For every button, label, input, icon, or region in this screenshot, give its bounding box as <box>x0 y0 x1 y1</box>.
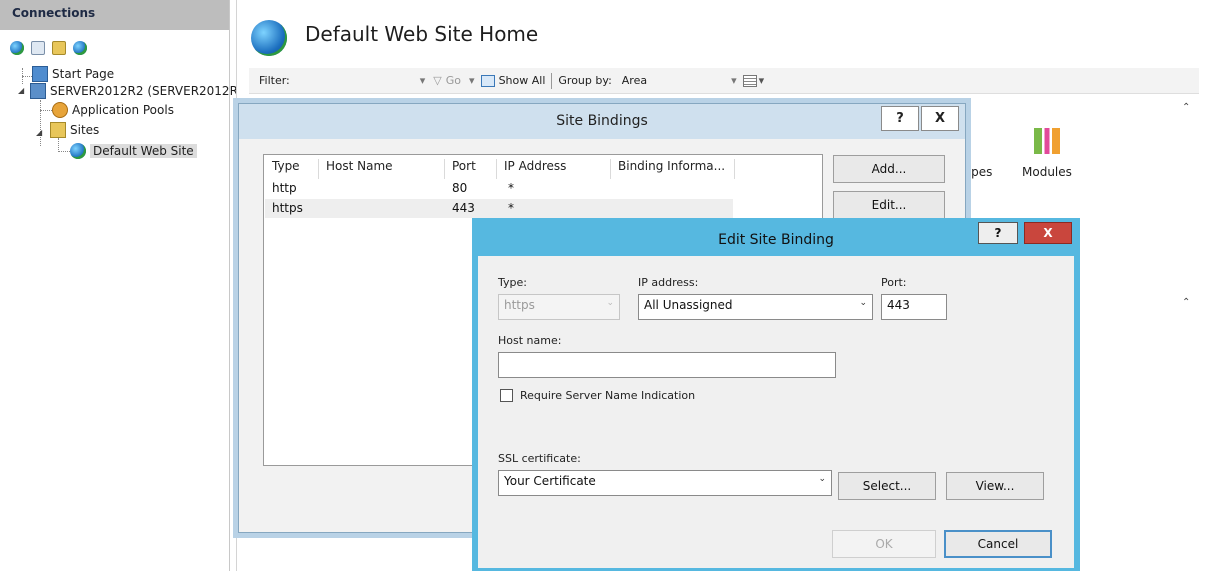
view-grid-icon[interactable] <box>742 74 757 87</box>
site-bindings-titlebar: Site Bindings ? X <box>239 104 965 139</box>
help-button[interactable]: ? <box>881 106 919 131</box>
modules-label[interactable]: Modules <box>1022 165 1072 179</box>
port-label: Port: <box>881 276 907 289</box>
cell-ip: * <box>508 201 514 215</box>
cell-port: 80 <box>452 181 468 195</box>
column-header-ip-address[interactable]: IP Address <box>504 159 566 179</box>
edit-binding-button[interactable]: Edit... <box>833 191 945 219</box>
scroll-up-arrow-icon[interactable]: ⌃ <box>1182 297 1190 308</box>
collapse-arrow-icon[interactable]: ◢ <box>36 128 42 137</box>
show-all-icon <box>480 74 495 87</box>
type-label: Type: <box>498 276 527 289</box>
go-dropdown-arrow-icon[interactable]: ▾ <box>469 74 475 87</box>
group-by-select[interactable]: Area <box>622 74 647 87</box>
type-select: https ⌄ <box>498 294 620 320</box>
view-dropdown-arrow-icon[interactable]: ▾ <box>759 74 765 87</box>
cancel-button[interactable]: Cancel <box>944 530 1052 558</box>
filter-bar: Filter: ▾ ▽ Go ▾ Show All Group by: Area… <box>249 68 1199 94</box>
modules-icon[interactable] <box>1034 128 1060 154</box>
column-header-type[interactable]: Type <box>272 159 300 179</box>
sites-folder-icon <box>50 122 66 138</box>
chevron-down-icon: ⌄ <box>859 298 867 308</box>
group-by-dropdown-arrow-icon[interactable]: ▾ <box>731 74 737 87</box>
table-row-selected[interactable] <box>265 199 733 218</box>
ip-address-value: All Unassigned <box>644 298 733 312</box>
sni-label[interactable]: Require Server Name Indication <box>520 389 695 402</box>
host-name-field[interactable] <box>498 352 836 378</box>
ssl-certificate-value: Your Certificate <box>504 474 596 488</box>
dialog-title: Site Bindings <box>556 113 648 129</box>
toolbar-separator <box>551 72 553 89</box>
connect-icon[interactable] <box>10 41 24 55</box>
tree-item-sites[interactable]: Sites <box>50 122 99 138</box>
filter-label: Filter: <box>259 74 290 87</box>
cell-type: http <box>272 181 297 195</box>
website-globe-icon <box>251 20 287 56</box>
page-title: Default Web Site Home <box>305 22 539 46</box>
website-globe-icon <box>70 143 86 159</box>
chevron-down-icon: ⌄ <box>818 474 826 484</box>
disconnect-icon[interactable] <box>73 41 87 55</box>
group-by-label: Group by: <box>558 74 612 87</box>
connections-header: Connections <box>0 0 229 30</box>
filter-dropdown-arrow-icon[interactable]: ▾ <box>420 74 426 87</box>
help-button[interactable]: ? <box>978 222 1018 244</box>
dialog-title: Edit Site Binding <box>718 232 834 248</box>
column-header-host-name[interactable]: Host Name <box>326 159 393 179</box>
ssl-certificate-select[interactable]: Your Certificate ⌄ <box>498 470 832 496</box>
close-button[interactable]: X <box>921 106 959 131</box>
type-select-value: https <box>504 298 535 312</box>
host-name-label: Host name: <box>498 334 562 347</box>
chevron-down-icon: ⌄ <box>606 298 614 308</box>
view-certificate-button[interactable]: View... <box>946 472 1044 500</box>
go-button[interactable]: Go <box>446 74 461 87</box>
tree-item-label: Application Pools <box>72 103 174 117</box>
save-icon[interactable] <box>31 41 45 55</box>
tree-item-label: SERVER2012R2 (SERVER2012R2 <box>50 84 246 98</box>
tree-item-label: Sites <box>70 123 100 137</box>
port-field[interactable]: 443 <box>881 294 947 320</box>
ssl-certificate-label: SSL certificate: <box>498 452 581 465</box>
up-folder-icon[interactable] <box>52 41 66 55</box>
cell-type: https <box>272 201 303 215</box>
application-pools-icon <box>52 102 68 118</box>
tree-item-server[interactable]: SERVER2012R2 (SERVER2012R2 <box>30 83 246 99</box>
start-page-icon <box>32 66 48 82</box>
tree-item-label: Start Page <box>52 67 115 81</box>
select-certificate-button[interactable]: Select... <box>838 472 936 500</box>
ok-button[interactable]: OK <box>832 530 936 558</box>
column-header-binding-information[interactable]: Binding Informa... <box>618 159 725 179</box>
cell-ip: * <box>508 181 514 195</box>
feature-partial-label[interactable]: ypes <box>964 165 992 179</box>
show-all-button[interactable]: Show All <box>499 74 546 87</box>
server-icon <box>30 83 46 99</box>
column-header-port[interactable]: Port <box>452 159 476 179</box>
ip-address-label: IP address: <box>638 276 699 289</box>
connections-pane: Connections Start Page ◢ SERVER2012R2 (S… <box>0 0 246 571</box>
funnel-icon: ▽ <box>433 74 442 87</box>
add-binding-button[interactable]: Add... <box>833 155 945 183</box>
cell-port: 443 <box>452 201 475 215</box>
close-button[interactable]: X <box>1024 222 1072 244</box>
connections-toolbar <box>0 30 229 58</box>
tree-item-label: Default Web Site <box>90 144 197 158</box>
sni-checkbox[interactable] <box>500 389 513 402</box>
edit-site-binding-dialog: Edit Site Binding ? X Type: https ⌄ IP a… <box>472 218 1080 571</box>
scroll-up-arrow-icon[interactable]: ⌃ <box>1182 102 1190 113</box>
edit-site-binding-titlebar: Edit Site Binding ? X <box>472 218 1080 256</box>
tree-item-default-web-site[interactable]: Default Web Site <box>70 143 197 159</box>
ip-address-select[interactable]: All Unassigned ⌄ <box>638 294 873 320</box>
tree-item-start-page[interactable]: Start Page <box>32 66 114 82</box>
collapse-arrow-icon[interactable]: ◢ <box>18 86 24 95</box>
tree-item-application-pools[interactable]: Application Pools <box>52 102 174 118</box>
